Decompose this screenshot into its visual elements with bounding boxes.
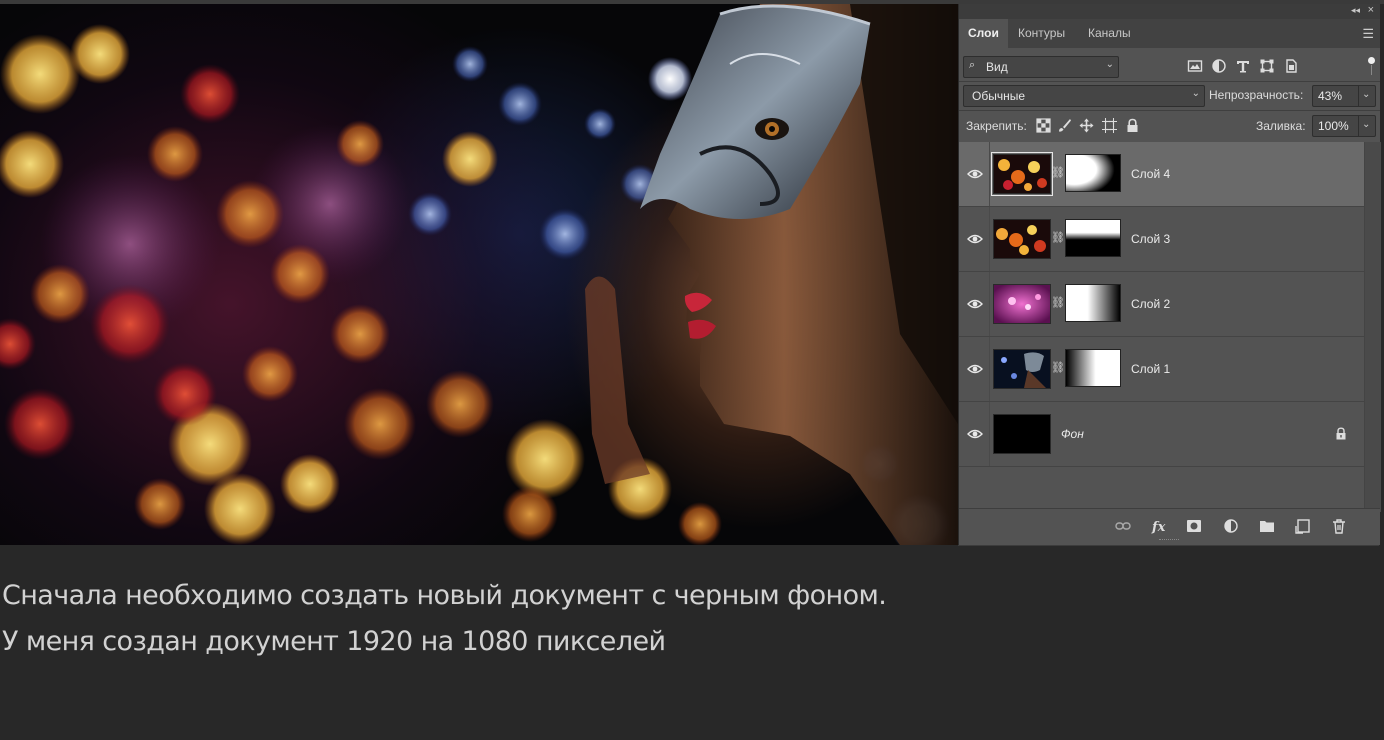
visibility-column	[959, 142, 990, 206]
hamburger-menu-icon[interactable]: ☰	[1362, 26, 1374, 42]
panel-tabs: Слои Контуры Каналы ☰	[959, 19, 1380, 48]
layer-mask-thumbnail[interactable]	[1065, 219, 1121, 257]
layer-thumbnail[interactable]	[993, 284, 1051, 324]
blend-mode-label: Обычные	[972, 89, 1026, 103]
layer-mask-thumbnail[interactable]	[1065, 349, 1121, 387]
visibility-column	[959, 207, 990, 271]
layer-name: Слой 3	[1131, 232, 1171, 246]
layers-scrollbar[interactable]	[1364, 142, 1381, 512]
lock-row: Закрепить: Заливка: 100% ⌄	[959, 114, 1380, 138]
tab-paths[interactable]: Контуры	[1009, 19, 1074, 48]
layer-thumbnail[interactable]	[993, 219, 1051, 259]
lock-pixels-brush-icon[interactable]	[1057, 118, 1072, 133]
layer-thumbnail[interactable]	[991, 152, 1053, 196]
divider	[959, 110, 1380, 111]
toggle-line	[1371, 65, 1372, 75]
fx-icon[interactable]: fx	[1151, 518, 1167, 534]
layer-name: Фон	[1061, 427, 1084, 441]
lock-position-move-icon[interactable]	[1079, 118, 1094, 133]
caption-line-2: У меня создан документ 1920 на 1080 пикс…	[2, 626, 666, 657]
layer-row[interactable]: ⛓ Слой 2	[959, 272, 1364, 337]
toggle-knob	[1368, 57, 1375, 64]
opacity-dropdown[interactable]: ⌄	[1358, 86, 1375, 106]
masquerade-bokeh-photo	[0, 4, 958, 545]
fill-value: 100%	[1318, 119, 1349, 133]
filter-kind-select[interactable]: ⌕ Вид ⌄	[963, 56, 1119, 78]
layers-list: ⛓ Слой 4 ⛓ Слой 3 ⛓ Слой 2 ⛓ Слой 1 Фон	[959, 142, 1380, 468]
close-icon[interactable]: ×	[1368, 4, 1374, 16]
document-canvas-image	[0, 4, 958, 545]
chevron-down-icon: ⌄	[1191, 88, 1200, 99]
smart-object-filter-icon[interactable]	[1283, 58, 1299, 74]
layer-thumbnail[interactable]	[993, 414, 1051, 454]
panel-bottom-border	[958, 545, 1379, 546]
link-icon[interactable]: ⛓	[1051, 296, 1065, 309]
lock-artboard-icon[interactable]	[1102, 118, 1117, 133]
chevron-down-icon: ⌄	[1362, 89, 1371, 100]
layer-filter-row: ⌕ Вид ⌄	[959, 54, 1380, 80]
svg-text:fx: fx	[1151, 520, 1166, 534]
visibility-column	[959, 402, 990, 466]
layer-thumbnail[interactable]	[993, 349, 1051, 389]
eye-icon[interactable]	[967, 233, 983, 245]
eye-icon[interactable]	[967, 428, 983, 440]
new-layer-icon[interactable]	[1295, 518, 1311, 534]
eye-icon[interactable]	[967, 168, 983, 180]
chevron-down-icon: ⌄	[1362, 119, 1371, 130]
lock-transparency-icon[interactable]	[1036, 118, 1051, 133]
search-icon: ⌕	[969, 59, 976, 71]
panel-resize-grip[interactable]	[1159, 539, 1179, 543]
shape-layer-filter-icon[interactable]	[1259, 58, 1275, 74]
caption-line-1: Сначала необходимо создать новый докумен…	[2, 580, 887, 611]
layer-name: Слой 2	[1131, 297, 1171, 311]
divider	[959, 81, 1380, 82]
eye-icon[interactable]	[967, 298, 983, 310]
pixel-layer-filter-icon[interactable]	[1187, 58, 1203, 74]
layers-bottom-toolbar: fx	[959, 508, 1380, 542]
lock-all-icon[interactable]	[1125, 118, 1140, 133]
layer-mask-thumbnail[interactable]	[1065, 284, 1121, 322]
link-icon[interactable]	[1115, 518, 1131, 534]
panel-header-strip: ◂◂ ×	[959, 4, 1380, 19]
opacity-field[interactable]: 43% ⌄	[1312, 85, 1376, 107]
fill-dropdown[interactable]: ⌄	[1358, 116, 1375, 136]
link-icon[interactable]: ⛓	[1051, 166, 1065, 179]
adjustment-layer-filter-icon[interactable]	[1211, 58, 1227, 74]
blend-mode-select[interactable]: Обычные ⌄	[963, 85, 1205, 107]
add-mask-icon[interactable]	[1186, 518, 1202, 534]
blend-row: Обычные ⌄ Непрозрачность: 43% ⌄	[959, 84, 1380, 108]
filter-toggle-switch[interactable]	[1368, 57, 1375, 75]
tab-channels[interactable]: Каналы	[1079, 19, 1140, 48]
double-chevron-left-icon[interactable]: ◂◂	[1351, 5, 1360, 16]
tab-layers[interactable]: Слои	[959, 19, 1008, 48]
fill-label: Заливка:	[1256, 119, 1306, 133]
opacity-value: 43%	[1318, 89, 1343, 103]
adjustment-layer-icon[interactable]	[1223, 518, 1239, 534]
type-layer-filter-icon[interactable]	[1235, 58, 1251, 74]
filter-kind-label: Вид	[986, 60, 1008, 74]
trash-icon[interactable]	[1331, 518, 1347, 534]
eye-icon[interactable]	[967, 363, 983, 375]
layer-name: Слой 4	[1131, 167, 1171, 181]
visibility-column	[959, 337, 990, 401]
layers-panel: ◂◂ × Слои Контуры Каналы ☰ ⌕ Вид ⌄ Обычн…	[958, 4, 1381, 545]
chevron-down-icon: ⌄	[1105, 59, 1114, 70]
layer-row[interactable]: ⛓ Слой 1	[959, 337, 1364, 402]
layer-name: Слой 1	[1131, 362, 1171, 376]
fill-field[interactable]: 100% ⌄	[1312, 115, 1376, 137]
layer-mask-thumbnail[interactable]	[1065, 154, 1121, 192]
layer-row[interactable]: ⛓ Слой 4	[959, 142, 1364, 207]
lock-label: Закрепить:	[966, 119, 1027, 133]
link-icon[interactable]: ⛓	[1051, 361, 1065, 374]
layer-row[interactable]: ⛓ Слой 3	[959, 207, 1364, 272]
folder-icon[interactable]	[1259, 518, 1275, 534]
visibility-column	[959, 272, 990, 336]
lock-icon	[1336, 427, 1346, 440]
layer-row-background[interactable]: Фон	[959, 402, 1364, 467]
link-icon[interactable]: ⛓	[1051, 231, 1065, 244]
opacity-label: Непрозрачность:	[1209, 88, 1304, 102]
